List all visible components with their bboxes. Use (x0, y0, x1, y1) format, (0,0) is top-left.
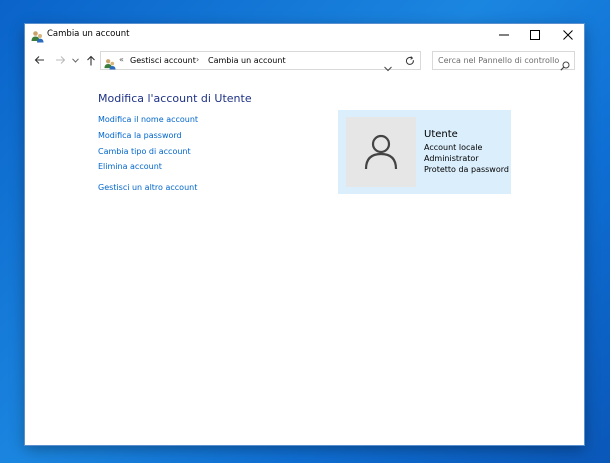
breadcrumb-separator[interactable]: › (196, 55, 199, 64)
title-bar[interactable]: Cambia un account (25, 24, 584, 46)
user-account-card: Utente Account locale Administrator Prot… (338, 110, 511, 194)
breadcrumb-gestisci-account[interactable]: Gestisci account (130, 56, 196, 65)
minimize-icon (498, 34, 509, 36)
chevron-down-icon (71, 57, 79, 63)
change-account-type-link[interactable]: Cambia tipo di account (98, 147, 191, 156)
close-button[interactable] (552, 24, 583, 46)
arrow-up-icon (87, 55, 95, 65)
control-panel-users-icon (104, 55, 116, 70)
users-app-icon (31, 28, 44, 43)
arrow-right-icon (55, 56, 65, 64)
search-placeholder: Cerca nel Pannello di controllo (438, 56, 560, 65)
user-name: Utente (424, 129, 458, 140)
avatar (346, 117, 416, 187)
account-type-local: Account locale (424, 143, 483, 152)
up-button[interactable] (84, 53, 98, 67)
maximize-icon (529, 30, 540, 40)
address-bar[interactable]: « Gestisci account › Cambia un account (100, 51, 421, 72)
recent-locations-button[interactable] (70, 53, 80, 67)
maximize-button[interactable] (519, 24, 550, 46)
window-title: Cambia un account (47, 29, 130, 39)
delete-account-link[interactable]: Elimina account (98, 162, 162, 171)
page-heading: Modifica l'account di Utente (98, 92, 252, 105)
user-silhouette-icon (364, 134, 398, 170)
change-password-link[interactable]: Modifica la password (98, 131, 182, 140)
password-status: Protetto da password (424, 165, 509, 174)
forward-button[interactable] (53, 53, 67, 67)
breadcrumb-cambia-account[interactable]: Cambia un account (208, 56, 286, 65)
window: Cambia un account « Gestisci account › C… (25, 24, 584, 445)
breadcrumb-overflow[interactable]: « (119, 55, 124, 64)
manage-another-account-link[interactable]: Gestisci un altro account (98, 183, 197, 192)
address-dropdown-button[interactable] (384, 57, 392, 76)
refresh-button[interactable] (400, 51, 421, 70)
account-role: Administrator (424, 154, 479, 163)
navigation-bar: « Gestisci account › Cambia un account C… (25, 50, 584, 72)
arrow-left-icon (34, 56, 44, 64)
chevron-down-icon (384, 66, 392, 72)
close-icon (562, 30, 573, 40)
refresh-icon (405, 55, 414, 65)
back-button[interactable] (32, 53, 46, 67)
search-icon[interactable] (560, 56, 570, 75)
search-input[interactable]: Cerca nel Pannello di controllo (432, 51, 575, 71)
rename-account-link[interactable]: Modifica il nome account (98, 115, 198, 124)
minimize-button[interactable] (488, 24, 519, 46)
